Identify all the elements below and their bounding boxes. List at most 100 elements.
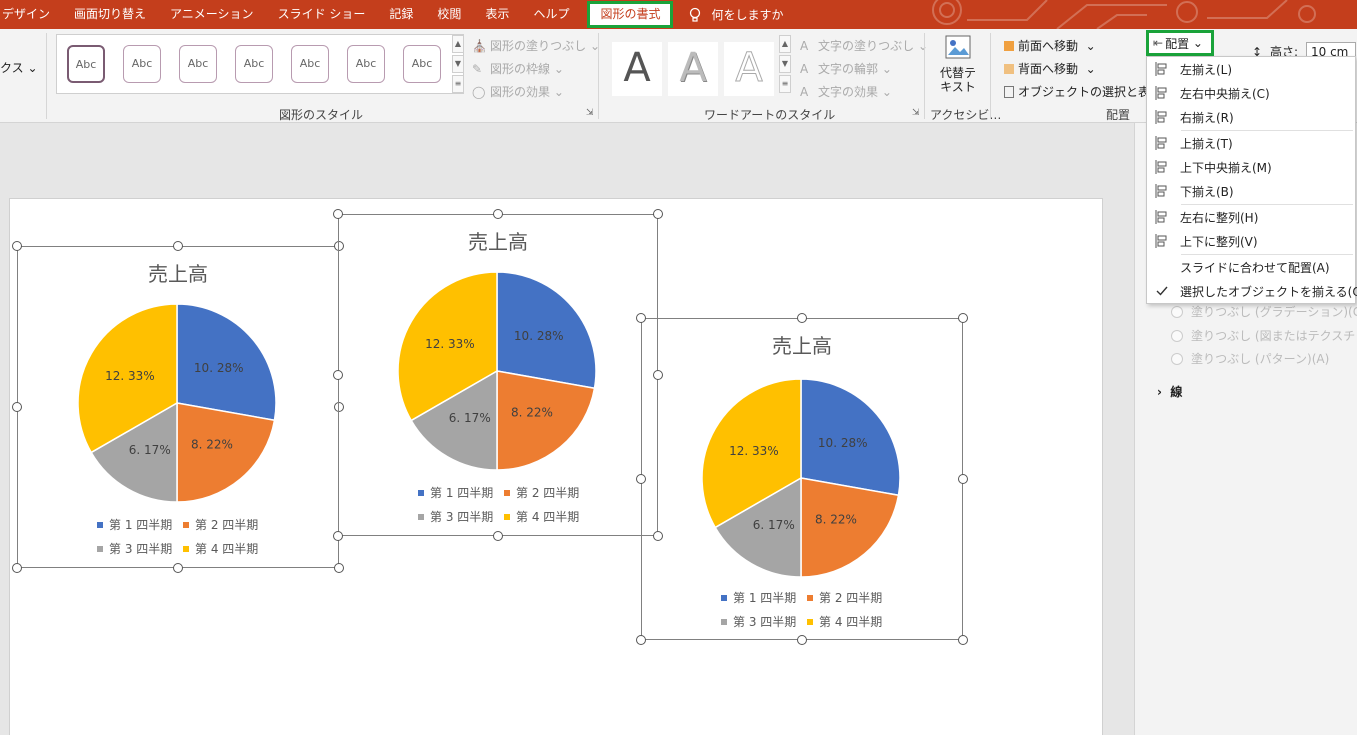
shape-outline-button[interactable]: ✎ 図形の枠線 ⌄ (472, 60, 564, 77)
resize-handle[interactable] (12, 563, 22, 573)
align-menu-item-2[interactable]: 左右中央揃え(C) (1147, 81, 1355, 105)
gallery-more-icon[interactable]: ≡ (452, 75, 464, 93)
shape-style-6[interactable]: Abc (347, 45, 385, 83)
pie-chart-2[interactable]: 売上高 10. 28% 8. 22% 6. 17% 12. 33% 第 1 四半期第 2 … (333, 209, 663, 541)
checkmark-icon (1155, 284, 1169, 298)
align-menu-item-9[interactable]: スライドに合わせて配置(A) (1147, 255, 1355, 279)
resize-handle[interactable] (333, 531, 343, 541)
pie-chart-1[interactable]: 売上高 10. 28% 8. 22% 6. 17% 12. 33% 第 1 四半期第 2 … (12, 241, 344, 573)
fill-pattern-option[interactable]: 塗りつぶし (パターン)(A) (1171, 350, 1329, 367)
ribbon-left-cut-label[interactable]: クス ⌄ (0, 59, 38, 76)
align-left-icon (1155, 62, 1169, 76)
resize-handle[interactable] (958, 474, 968, 484)
legend-label: 第 1 四半期 (430, 486, 494, 500)
alt-text-button[interactable]: 代替テ キスト (934, 35, 982, 94)
bring-forward-button[interactable]: 前面へ移動 ⌄ (1004, 37, 1096, 54)
shape-style-2[interactable]: Abc (123, 45, 161, 83)
legend-item-q3: 第 3 四半期 (97, 540, 172, 557)
resize-handle[interactable] (173, 563, 183, 573)
tab-design[interactable]: デザイン (0, 0, 62, 29)
legend-item-q2: 第 2 四半期 (183, 516, 258, 533)
tab-help[interactable]: ヘルプ (521, 0, 581, 29)
resize-handle[interactable] (12, 241, 22, 251)
align-menu-item-8[interactable]: 上下に整列(V) (1147, 229, 1355, 253)
line-section-toggle[interactable]: › 線 (1157, 383, 1182, 400)
gallery-scroll-down-icon[interactable]: ▼ (452, 55, 464, 73)
tab-animations[interactable]: アニメーション (158, 0, 266, 29)
chart-legend[interactable]: 第 1 四半期 第 2 四半期第 3 四半期 第 4 四半期 (338, 484, 658, 532)
tell-me-search[interactable]: 何をしますか (679, 6, 783, 23)
legend-item-q1: 第 1 四半期 (721, 589, 796, 606)
align-menu-item-10[interactable]: 選択したオブジェクトを揃える(O) (1147, 279, 1357, 303)
tab-slideshow[interactable]: スライド ショー (266, 0, 378, 29)
resize-handle[interactable] (636, 313, 646, 323)
resize-handle[interactable] (12, 402, 22, 412)
tab-record[interactable]: 記録 (377, 0, 425, 29)
align-dropdown-menu: 左揃え(L) 左右中央揃え(C) 右揃え(R) 上揃え(T) 上下中央揃え(M) 下揃え(… (1146, 56, 1357, 304)
wordart-style-3[interactable]: A (724, 42, 774, 96)
tab-shape-format[interactable]: 図形の書式 (587, 1, 674, 28)
align-middle-icon (1155, 160, 1169, 174)
pie-data-label-q2: 8. 22% (815, 513, 857, 527)
text-effects-button[interactable]: A 文字の効果 ⌄ (800, 83, 892, 100)
fill-picture-option[interactable]: 塗りつぶし (図またはテクスチャ)(P) (1171, 327, 1357, 344)
chart-legend[interactable]: 第 1 四半期 第 2 四半期第 3 四半期 第 4 四半期 (17, 516, 339, 564)
resize-handle[interactable] (493, 209, 503, 219)
shape-style-5[interactable]: Abc (291, 45, 329, 83)
tab-review[interactable]: 校閲 (425, 0, 473, 29)
resize-handle[interactable] (653, 209, 663, 219)
legend-swatch (418, 489, 424, 496)
pie-slice-q2[interactable] (496, 370, 596, 471)
resize-handle[interactable] (333, 209, 343, 219)
shape-style-3[interactable]: Abc (179, 45, 217, 83)
fill-gradient-option[interactable]: 塗りつぶし (グラデーション)(G) (1171, 303, 1357, 320)
pie-data-label-q1: 10. 28% (514, 329, 564, 343)
pie-slice-q2[interactable] (176, 402, 276, 503)
shape-style-1[interactable]: Abc (67, 45, 105, 83)
pie-chart-3[interactable]: 売上高 10. 28% 8. 22% 6. 17% 12. 33% 第 1 四半期第 2 … (636, 313, 968, 645)
gallery-scroll-up-icon[interactable]: ▲ (452, 35, 464, 53)
resize-handle[interactable] (493, 531, 503, 541)
resize-handle[interactable] (636, 635, 646, 645)
tab-view[interactable]: 表示 (473, 0, 521, 29)
resize-handle[interactable] (334, 563, 344, 573)
shape-styles-dialog-launcher-icon[interactable]: ⇲ (586, 108, 594, 118)
wordart-dialog-launcher-icon[interactable]: ⇲ (912, 108, 920, 118)
align-bottom-icon (1155, 184, 1169, 198)
tab-transitions[interactable]: 画面切り替え (62, 0, 158, 29)
align-menu-item-label: 上下に整列(V) (1180, 234, 1258, 249)
wordart-more-icon[interactable]: ≡ (779, 75, 791, 93)
shape-fill-button[interactable]: ⛪ 図形の塗りつぶし ⌄ (472, 37, 600, 54)
wordart-scroll-up-icon[interactable]: ▲ (779, 35, 791, 53)
resize-handle[interactable] (636, 474, 646, 484)
pie-slice-q2[interactable] (800, 477, 900, 578)
align-menu-item-4[interactable]: 上揃え(T) (1147, 131, 1355, 155)
resize-handle[interactable] (173, 241, 183, 251)
text-outline-button[interactable]: A 文字の輪郭 ⌄ (800, 60, 892, 77)
resize-handle[interactable] (797, 313, 807, 323)
align-button[interactable]: ⇤ 配置 ⌄ (1146, 30, 1214, 56)
legend-swatch (183, 521, 189, 528)
shape-style-4[interactable]: Abc (235, 45, 273, 83)
align-menu-item-3[interactable]: 右揃え(R) (1147, 105, 1355, 129)
align-menu-item-7[interactable]: 左右に整列(H) (1147, 205, 1355, 229)
resize-handle[interactable] (958, 313, 968, 323)
align-menu-item-5[interactable]: 上下中央揃え(M) (1147, 155, 1355, 179)
align-menu-item-6[interactable]: 下揃え(B) (1147, 179, 1355, 203)
legend-label: 第 1 四半期 (733, 591, 797, 605)
resize-handle[interactable] (958, 635, 968, 645)
align-menu-item-1[interactable]: 左揃え(L) (1147, 57, 1355, 81)
legend-swatch (504, 489, 510, 496)
wordart-scroll-down-icon[interactable]: ▼ (779, 55, 791, 73)
wordart-style-2[interactable]: A (668, 42, 718, 96)
resize-handle[interactable] (797, 635, 807, 645)
shape-style-7[interactable]: Abc (403, 45, 441, 83)
wordart-style-1[interactable]: A (612, 42, 662, 96)
selection-pane-button[interactable]: オブジェクトの選択と表示 (1004, 83, 1162, 100)
shape-effects-button[interactable]: ◯ 図形の効果 ⌄ (472, 83, 564, 100)
send-backward-button[interactable]: 背面へ移動 ⌄ (1004, 60, 1096, 77)
chart-legend[interactable]: 第 1 四半期 第 2 四半期第 3 四半期 第 4 四半期 (641, 589, 963, 637)
text-fill-button[interactable]: A 文字の塗りつぶし ⌄ (800, 37, 928, 54)
resize-handle[interactable] (333, 370, 343, 380)
align-to-slide-icon (1155, 260, 1169, 274)
